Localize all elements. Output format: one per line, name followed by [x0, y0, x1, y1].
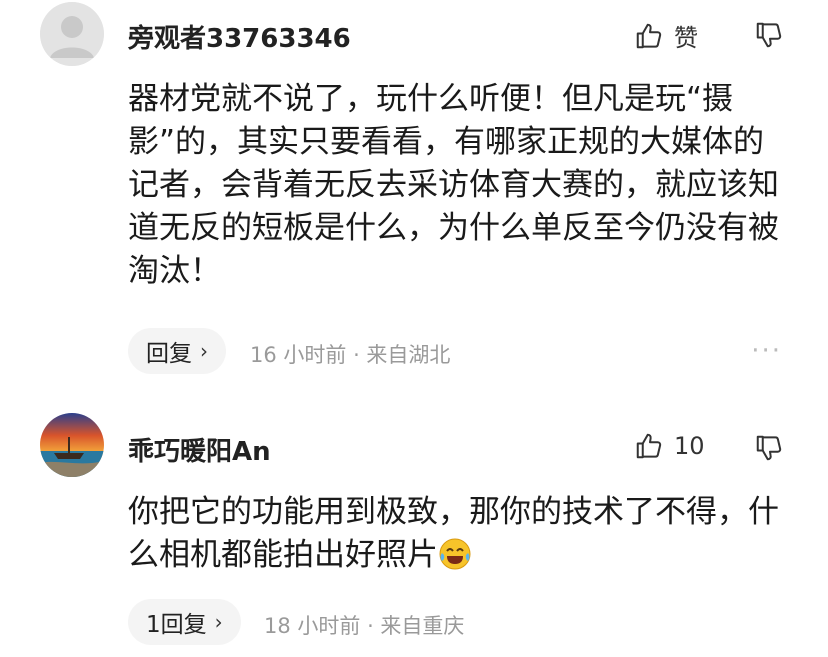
comment-meta: 18 小时前 · 来自重庆: [264, 614, 465, 638]
reply-label: 1回复: [146, 612, 207, 638]
avatar[interactable]: [40, 413, 104, 477]
default-avatar-icon: [40, 2, 104, 66]
chevron-right-icon: ›: [214, 610, 223, 634]
dislike-button[interactable]: [754, 20, 784, 54]
username[interactable]: 乖巧暖阳An: [128, 431, 271, 468]
thumbs-down-icon: [756, 435, 782, 461]
comment-meta: 16 小时前 · 来自湖北: [250, 343, 451, 367]
like-label: 赞: [674, 24, 698, 52]
avatar[interactable]: [40, 2, 104, 66]
sunset-boat-painting-avatar: [40, 413, 104, 477]
reply-label: 回复: [146, 341, 192, 367]
comment-body: 器材党就不说了，玩什么听便！但凡是玩“摄影”的，其实只要看看，有哪家正规的大媒体…: [128, 81, 779, 289]
chevron-right-icon: ›: [200, 339, 208, 363]
comment-item: 乖巧暖阳An 10 你把它的功能用到极致，那你的技术了不得，什么相机都能拍出好照…: [0, 405, 828, 657]
like-button[interactable]: 赞: [634, 18, 698, 53]
dislike-button[interactable]: [754, 433, 784, 467]
reply-button[interactable]: 1回复 ›: [128, 599, 241, 645]
username[interactable]: 旁观者33763346: [128, 18, 351, 55]
like-button[interactable]: 10: [634, 431, 705, 461]
thumbs-up-icon: [636, 433, 662, 459]
thumbs-down-icon: [756, 22, 782, 48]
laughing-tears-emoji: [438, 537, 472, 583]
reply-button[interactable]: 回复 ›: [128, 328, 226, 374]
like-count: 10: [674, 432, 705, 460]
more-options-icon[interactable]: ···: [751, 336, 782, 366]
comment-item: 旁观者33763346 赞 器材党就不说了，玩什么听便！但凡是玩“摄影”的，其实…: [0, 0, 828, 390]
thumbs-up-icon: [636, 23, 662, 48]
comment-body: 你把它的功能用到极致，那你的技术了不得，什么相机都能拍出好照片: [128, 491, 788, 583]
